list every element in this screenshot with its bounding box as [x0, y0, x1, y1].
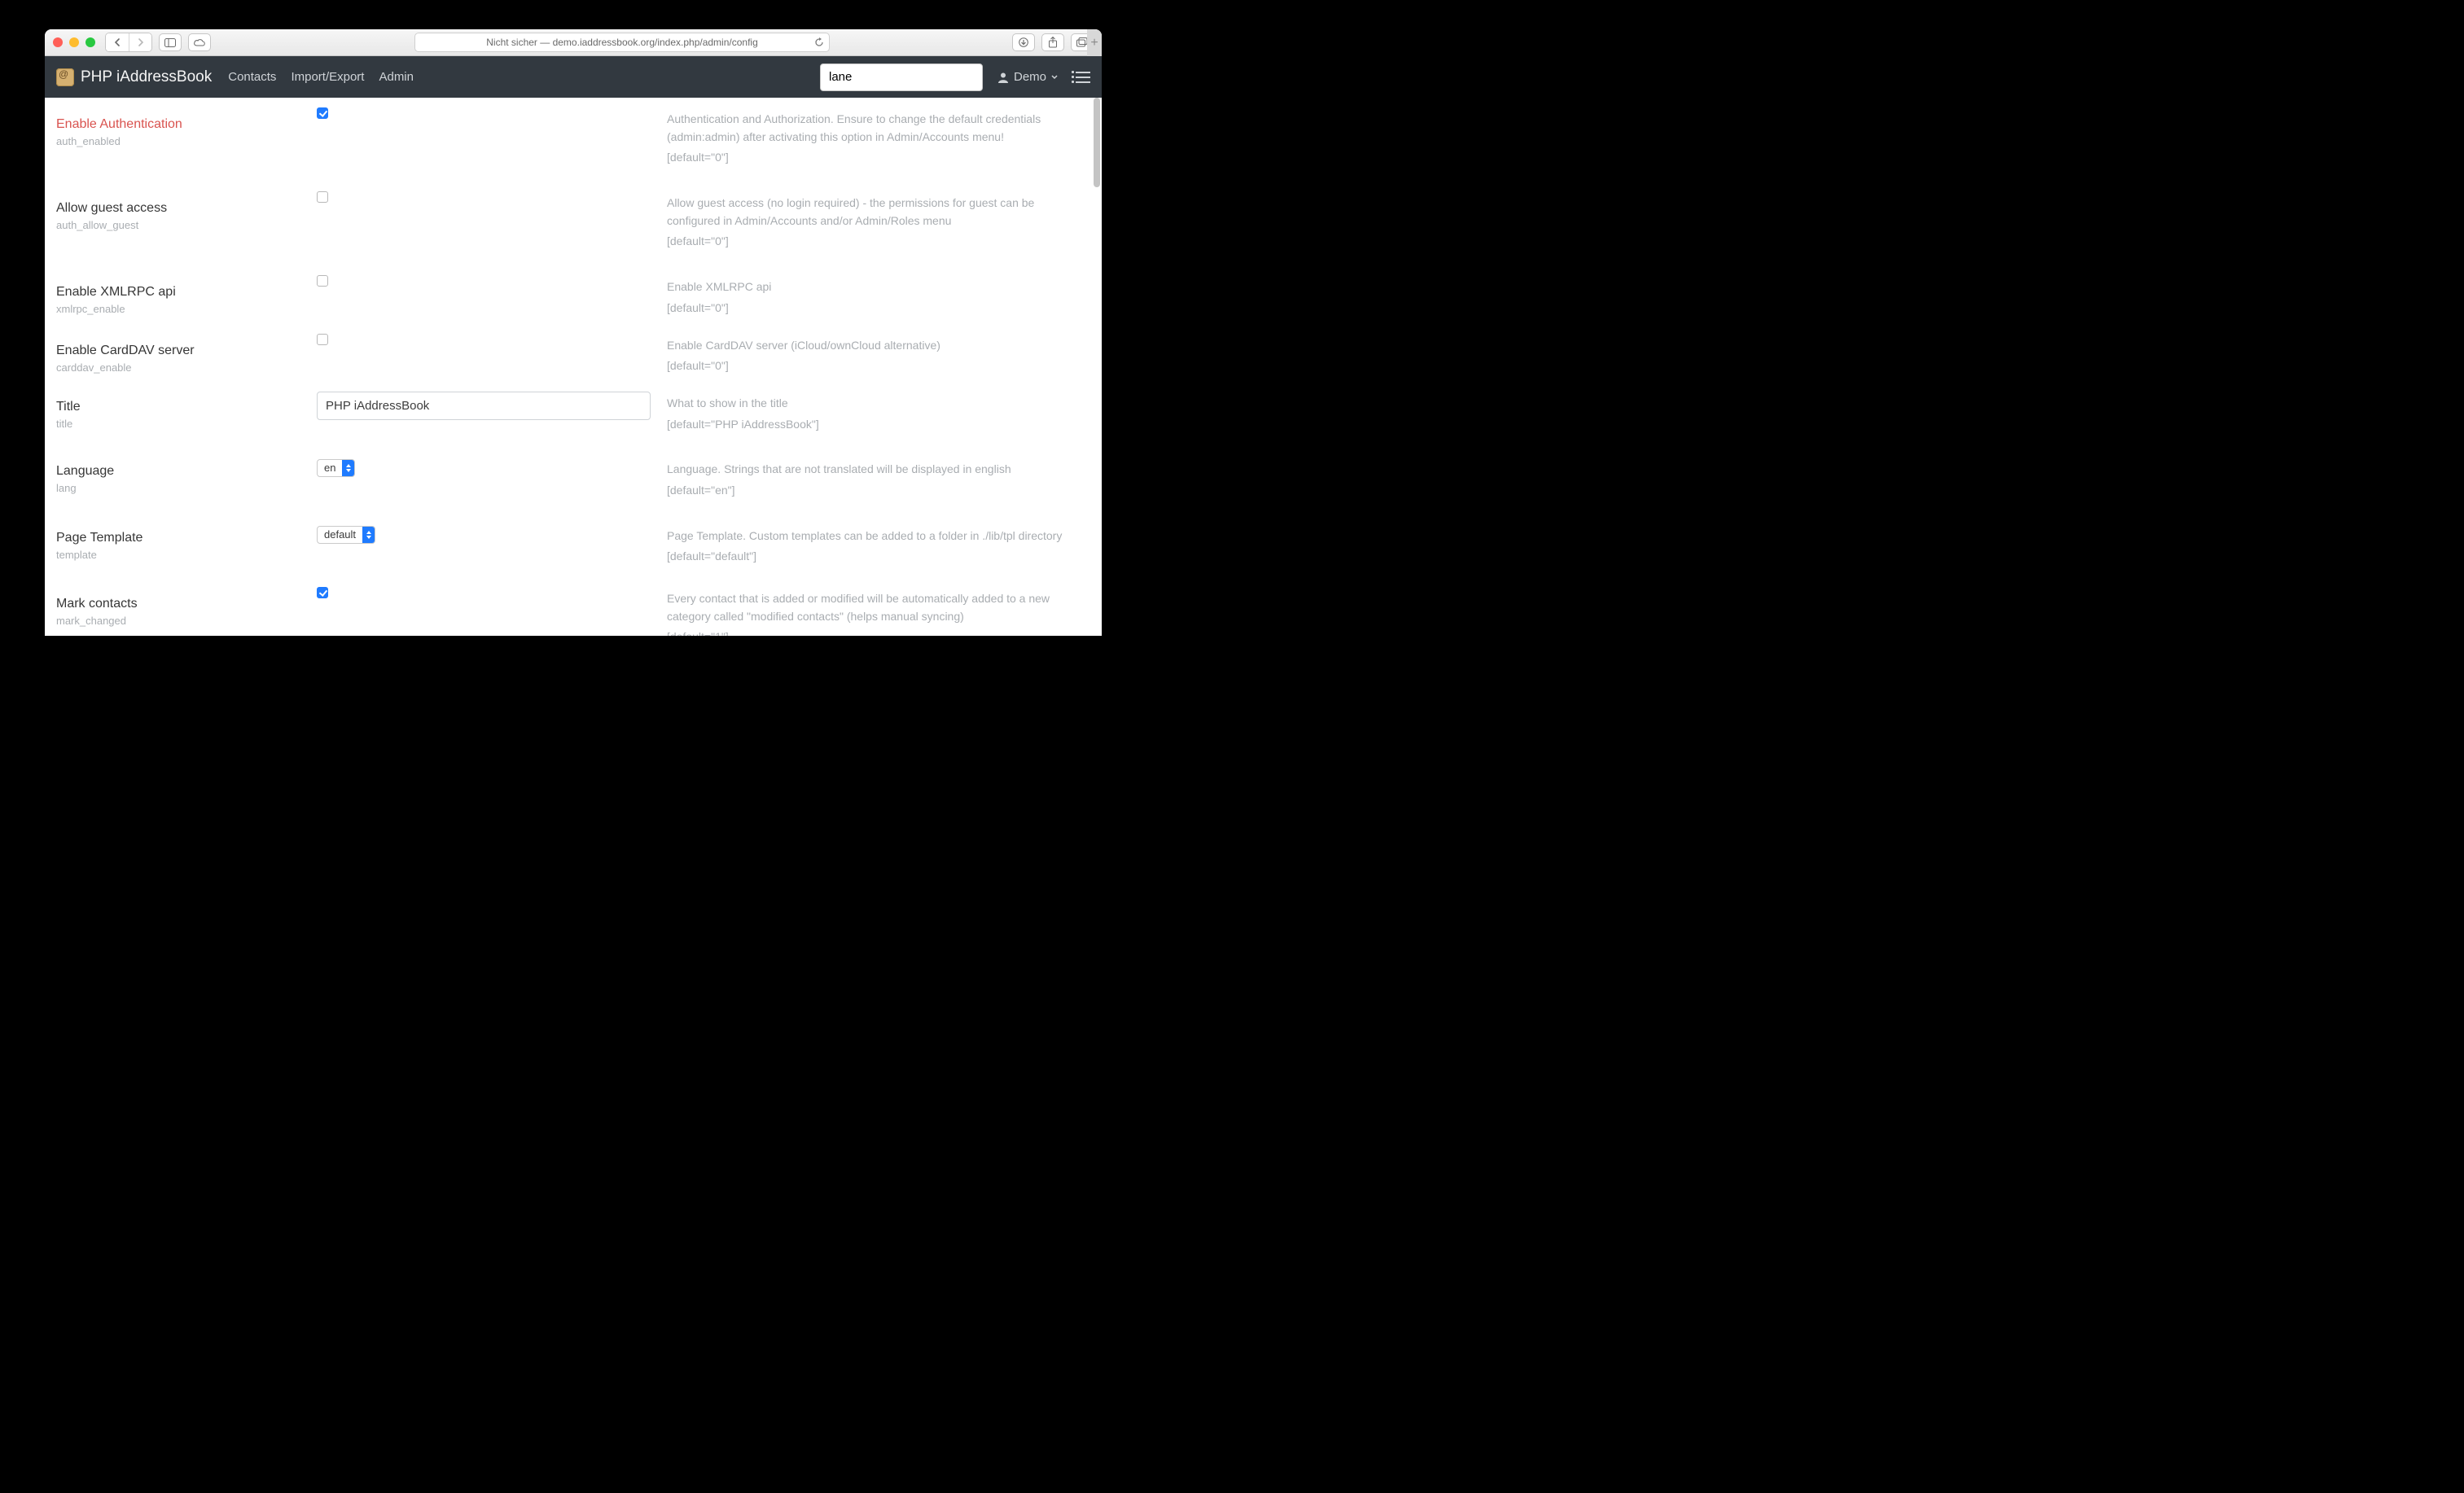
row-auth-enabled: Enable Authentication auth_enabled Authe… [56, 117, 1090, 167]
brand-icon [56, 68, 74, 86]
sidebar-toggle-button[interactable] [159, 33, 182, 51]
app-navbar: PHP iAddressBook Contacts Import/Export … [45, 56, 1102, 98]
checkbox-mark-changed[interactable] [317, 587, 328, 598]
close-window-button[interactable] [53, 37, 63, 47]
key-mark-changed: mark_changed [56, 615, 300, 627]
address-bar[interactable]: Nicht sicher — demo.iaddressbook.org/ind… [414, 33, 830, 52]
back-button[interactable] [106, 33, 129, 51]
key-lang: lang [56, 482, 300, 494]
nav-back-forward [105, 33, 152, 52]
minimize-window-button[interactable] [69, 37, 79, 47]
nav-admin[interactable]: Admin [379, 70, 414, 84]
label-mark-changed: Mark contacts [56, 597, 300, 611]
help-auth-allow-guest: Allow guest access (no login required) -… [667, 195, 1090, 230]
key-auth-enabled: auth_enabled [56, 135, 300, 147]
label-lang: Language [56, 464, 300, 479]
select-stepper-icon [362, 527, 375, 543]
help-title: What to show in the title [667, 395, 1090, 413]
row-auth-allow-guest: Allow guest access auth_allow_guest Allo… [56, 201, 1090, 251]
cloud-tabs-button[interactable] [188, 33, 211, 51]
select-lang-value: en [318, 460, 342, 476]
downloads-button[interactable] [1012, 33, 1035, 51]
key-carddav-enable: carddav_enable [56, 361, 300, 374]
select-template-value: default [318, 527, 362, 543]
nav-import-export[interactable]: Import/Export [291, 70, 364, 84]
key-xmlrpc-enable: xmlrpc_enable [56, 303, 300, 315]
row-mark-changed: Mark contacts mark_changed Every contact… [56, 597, 1090, 636]
row-xmlrpc-enable: Enable XMLRPC api xmlrpc_enable Enable X… [56, 285, 1090, 317]
browser-titlebar: Nicht sicher — demo.iaddressbook.org/ind… [45, 29, 1102, 56]
label-template: Page Template [56, 531, 300, 545]
new-tab-button[interactable]: + [1087, 29, 1102, 56]
help-xmlrpc-enable: Enable XMLRPC api [667, 278, 1090, 296]
brand[interactable]: PHP iAddressBook [56, 68, 212, 86]
row-carddav-enable: Enable CardDAV server carddav_enable Ena… [56, 344, 1090, 375]
help-template: Page Template. Custom templates can be a… [667, 528, 1090, 545]
forward-button[interactable] [129, 33, 151, 51]
reload-icon[interactable] [814, 37, 824, 47]
window-controls [53, 37, 95, 47]
user-name: Demo [1014, 70, 1046, 84]
row-title: Title title What to show in the title [d… [56, 400, 1090, 433]
checkbox-auth-enabled[interactable] [317, 107, 328, 119]
config-form: Enable Authentication auth_enabled Authe… [45, 98, 1102, 636]
default-mark-changed: [default="1"] [667, 628, 1090, 636]
zoom-window-button[interactable] [85, 37, 95, 47]
select-template[interactable]: default [317, 526, 375, 544]
row-lang: Language lang en Language. Strings that … [56, 464, 1090, 499]
label-title: Title [56, 400, 300, 414]
default-auth-enabled: [default="0"] [667, 149, 1090, 167]
help-carddav-enable: Enable CardDAV server (iCloud/ownCloud a… [667, 337, 1090, 355]
default-lang: [default="en"] [667, 482, 1090, 500]
help-auth-enabled: Authentication and Authorization. Ensure… [667, 111, 1090, 146]
search-input[interactable] [820, 63, 983, 91]
list-view-icon[interactable] [1076, 72, 1090, 83]
help-mark-changed: Every contact that is added or modified … [667, 590, 1090, 625]
checkbox-auth-allow-guest[interactable] [317, 191, 328, 203]
default-carddav-enable: [default="0"] [667, 357, 1090, 375]
nav-contacts[interactable]: Contacts [228, 70, 276, 84]
user-icon [997, 72, 1009, 83]
key-template: template [56, 549, 300, 561]
label-auth-enabled: Enable Authentication [56, 117, 300, 132]
scrollbar-thumb[interactable] [1094, 98, 1100, 187]
checkbox-xmlrpc-enable[interactable] [317, 275, 328, 287]
brand-title: PHP iAddressBook [81, 68, 212, 86]
checkbox-carddav-enable[interactable] [317, 334, 328, 345]
select-stepper-icon [342, 460, 354, 476]
default-auth-allow-guest: [default="0"] [667, 233, 1090, 251]
help-lang: Language. Strings that are not translate… [667, 461, 1090, 479]
user-menu[interactable]: Demo [997, 70, 1058, 84]
share-button[interactable] [1041, 33, 1064, 51]
key-auth-allow-guest: auth_allow_guest [56, 219, 300, 231]
label-xmlrpc-enable: Enable XMLRPC api [56, 285, 300, 300]
row-template: Page Template template default Page Temp… [56, 531, 1090, 566]
label-auth-allow-guest: Allow guest access [56, 201, 300, 216]
default-title: [default="PHP iAddressBook"] [667, 416, 1090, 434]
browser-window: Nicht sicher — demo.iaddressbook.org/ind… [45, 29, 1102, 636]
default-template: [default="default"] [667, 548, 1090, 566]
nav-links: Contacts Import/Export Admin [228, 70, 414, 84]
address-text: Nicht sicher — demo.iaddressbook.org/ind… [486, 37, 758, 48]
label-carddav-enable: Enable CardDAV server [56, 344, 300, 358]
input-title[interactable] [317, 392, 651, 420]
select-lang[interactable]: en [317, 459, 355, 477]
chevron-down-icon [1051, 75, 1058, 80]
default-xmlrpc-enable: [default="0"] [667, 300, 1090, 317]
key-title: title [56, 418, 300, 430]
